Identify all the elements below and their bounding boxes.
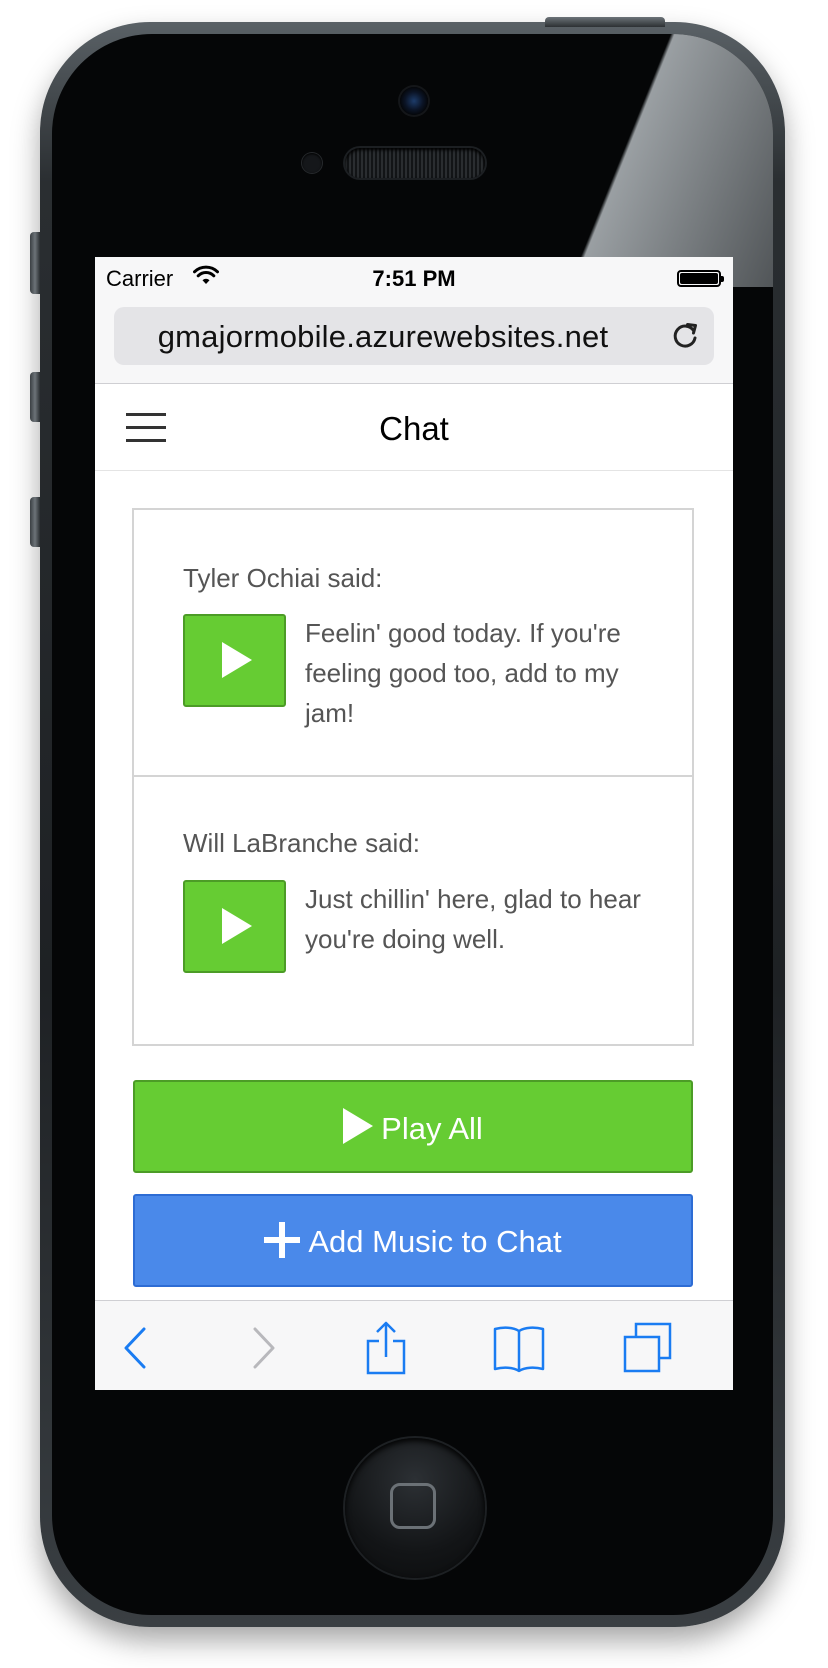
address-bar[interactable]: gmajormobile.azurewebsites.net [114,307,714,365]
play-icon [222,908,252,944]
url-text[interactable]: gmajormobile.azurewebsites.net [114,319,652,355]
status-bar: Carrier 7:51 PM [95,257,733,299]
reload-icon[interactable] [670,321,700,351]
chat-message-list: Tyler Ochiai said: Feelin' good today. I… [132,508,694,1046]
phone-screen: Carrier 7:51 PM gmajormobile.azurewebsit… [95,257,733,1390]
add-music-button[interactable]: Add Music to Chat [133,1194,693,1287]
mute-switch [30,232,40,294]
plus-icon [264,1222,301,1258]
forward-icon[interactable] [235,1321,291,1375]
browser-toolbar [95,1300,733,1390]
volume-down-button [30,497,40,547]
share-icon[interactable] [358,1321,414,1375]
home-button[interactable] [345,1438,485,1578]
power-button [545,17,665,27]
message-play-button[interactable] [183,614,286,707]
browser-address-area: gmajormobile.azurewebsites.net [95,299,733,384]
app-header: Chat [95,384,733,471]
back-icon[interactable] [108,1321,164,1375]
play-icon [343,1108,374,1144]
message-text: Just chillin' here, glad to hear you're … [305,884,641,954]
home-square-icon [390,1483,436,1529]
clock-label: 7:51 PM [372,266,456,291]
play-icon [222,642,252,678]
message-play-button[interactable] [183,880,286,973]
message-text: Feelin' good today. If you're feeling go… [305,618,621,728]
tabs-icon[interactable] [620,1321,676,1375]
volume-up-button [30,372,40,422]
play-all-label: Play All [381,1111,483,1146]
battery-icon [677,270,724,287]
chat-message: Will LaBranche said: Just chillin' here,… [134,775,692,1044]
proximity-sensor [302,153,322,173]
earpiece-speaker [345,148,485,178]
chat-message: Tyler Ochiai said: Feelin' good today. I… [134,510,692,775]
add-music-label: Add Music to Chat [308,1224,562,1259]
message-author: Will LaBranche said: [183,828,420,858]
front-camera [400,87,428,115]
page-title: Chat [379,410,449,447]
play-all-button[interactable]: Play All [133,1080,693,1173]
message-author: Tyler Ochiai said: [183,563,383,593]
bookmarks-icon[interactable] [491,1321,547,1375]
